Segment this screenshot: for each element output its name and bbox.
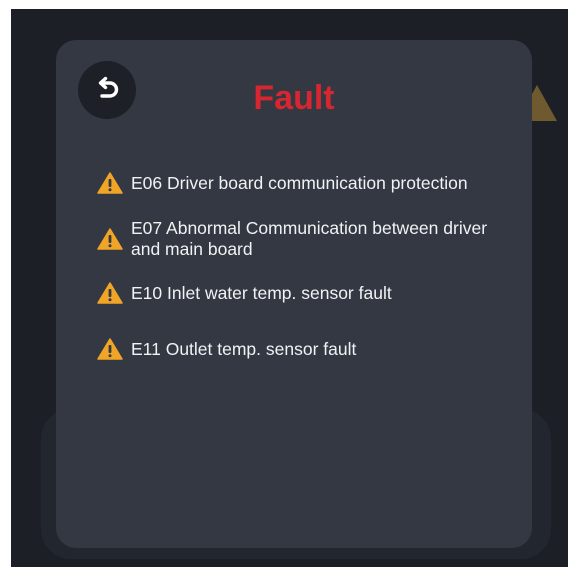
warning-triangle-icon <box>97 282 123 304</box>
fault-dialog: Fault E06 Driver board communication pro… <box>56 40 532 548</box>
fault-item-e11: E11 Outlet temp. sensor fault <box>97 338 507 360</box>
device-screen: Fault E06 Driver board communication pro… <box>11 9 568 567</box>
fault-text: E10 Inlet water temp. sensor fault <box>131 282 392 303</box>
warning-triangle-icon <box>97 338 123 360</box>
warning-triangle-icon <box>97 228 123 250</box>
fault-item-e10: E10 Inlet water temp. sensor fault <box>97 282 507 304</box>
fault-item-e06: E06 Driver board communication protectio… <box>97 172 507 194</box>
fault-text: E07 Abnormal Communication between drive… <box>131 218 488 259</box>
fault-item-e07: E07 Abnormal Communication between drive… <box>97 218 507 260</box>
dialog-title: Fault <box>253 79 335 117</box>
fault-text: E06 Driver board communication protectio… <box>131 172 468 193</box>
warning-triangle-icon <box>97 172 123 194</box>
fault-text: E11 Outlet temp. sensor fault <box>131 338 357 359</box>
